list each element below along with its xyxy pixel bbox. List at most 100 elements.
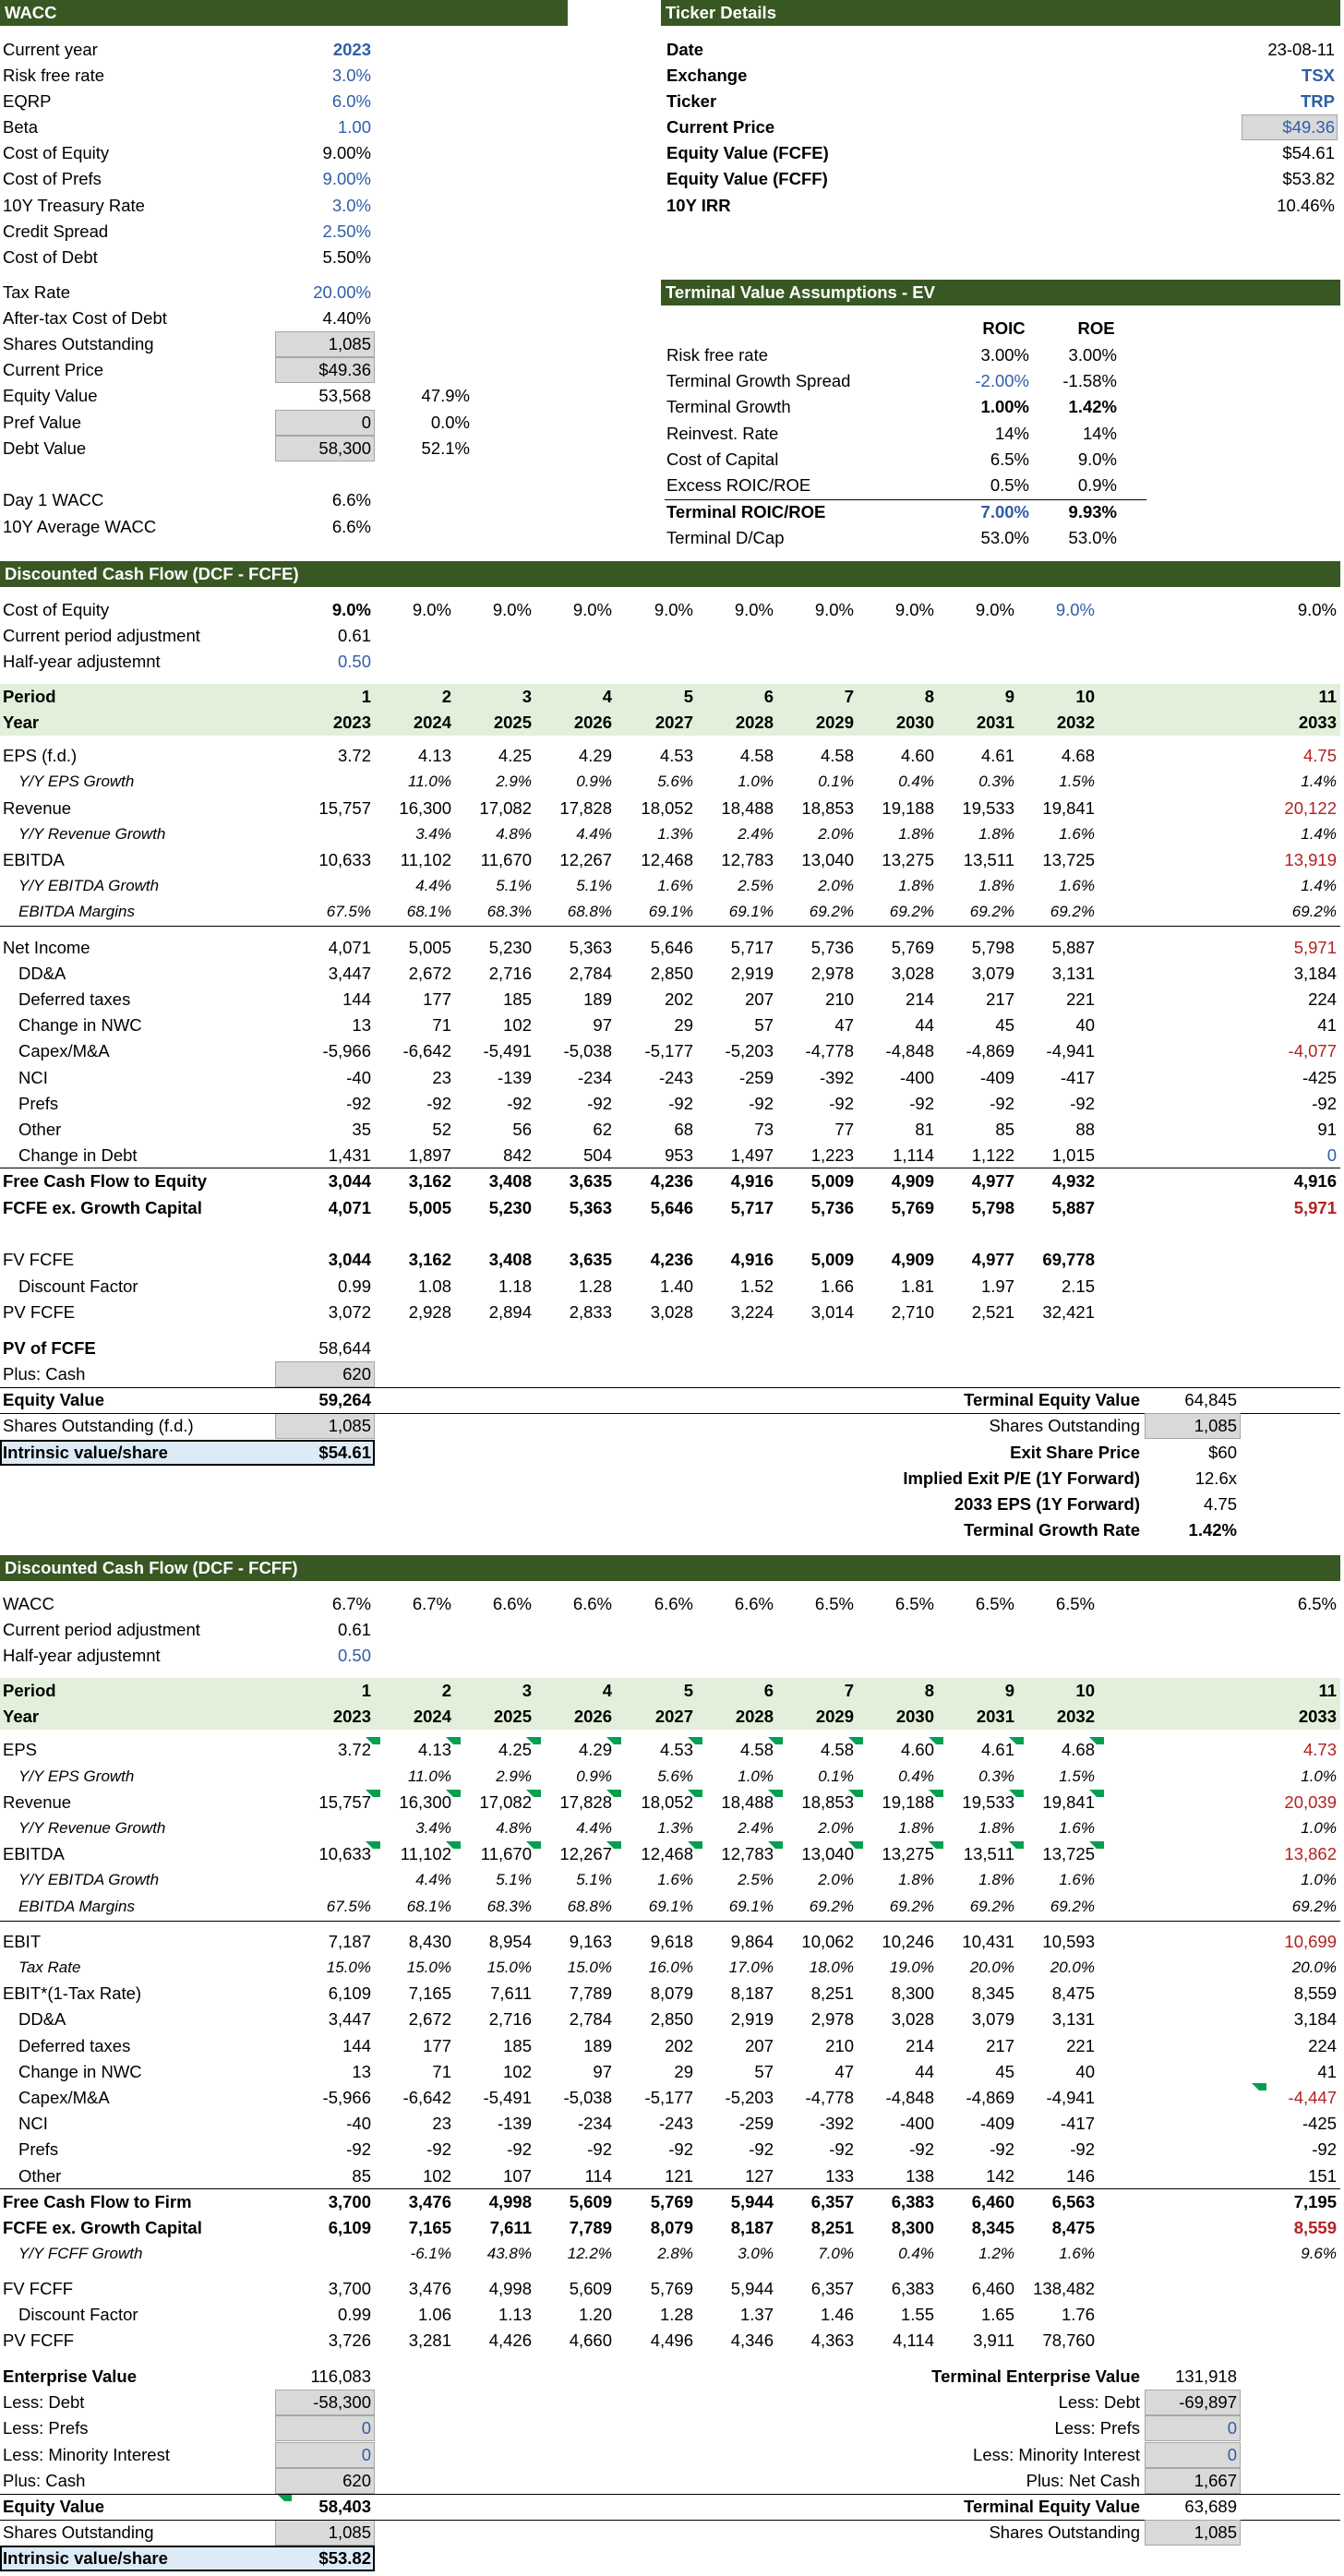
value-cell: 5.6% — [657, 1767, 693, 1785]
year-cell: 2023 — [332, 713, 371, 732]
comment-marker-icon — [688, 1737, 702, 1752]
year-cell: 2033 — [1298, 1707, 1337, 1726]
terminal-value: 1.42% — [1188, 1520, 1237, 1540]
value-cell: 1.13 — [498, 2305, 532, 2324]
value-cell: 1.06 — [417, 2305, 451, 2324]
value-cell: 68.1% — [406, 1898, 451, 1915]
value-cell: 69.2% — [1291, 1898, 1337, 1915]
value-cell: 16.0% — [648, 1959, 693, 1976]
value-cell: 0.99 — [337, 2305, 371, 2324]
value-cell: 0 — [1326, 1145, 1337, 1165]
row-label: Capex/M&A — [18, 1041, 110, 1060]
value-cell: -4,077 — [1288, 1041, 1337, 1060]
wacc-value[interactable]: 58,300 — [275, 436, 371, 461]
row-label: Discount Factor — [18, 2305, 138, 2324]
roe-column-header: ROE — [1077, 318, 1115, 338]
comment-marker-icon — [848, 1737, 863, 1752]
value-cell: 88 — [1075, 1120, 1095, 1139]
row-label: Current period adjustment — [3, 626, 200, 645]
tv-label: Risk free rate — [666, 345, 769, 365]
value-cell — [283, 1815, 371, 1841]
value-cell: -92 — [909, 1094, 934, 1113]
value-cell: 8,079 — [650, 2218, 693, 2237]
value-cell: 5.1% — [576, 1871, 612, 1888]
row-label: PV FCFF — [3, 2330, 75, 2350]
value-cell: 10,062 — [801, 1932, 854, 1951]
year-cell: 2033 — [1298, 713, 1337, 732]
period-number: 9 — [1004, 687, 1014, 706]
value-cell: 69.1% — [648, 903, 693, 920]
value-cell: 202 — [665, 989, 693, 1009]
comment-marker-icon — [277, 2494, 292, 2509]
comment-marker-icon — [606, 1790, 621, 1804]
value-cell: -4,778 — [805, 2088, 854, 2107]
value-cell: 1.37 — [739, 2305, 774, 2324]
value-cell: 102 — [503, 1015, 532, 1035]
value-cell: 3,476 — [408, 2279, 451, 2298]
value-cell: 217 — [986, 989, 1014, 1009]
weight-value: 0.0% — [430, 413, 470, 432]
value-cell: -92 — [829, 1094, 854, 1113]
value-cell: 41 — [1317, 1015, 1337, 1035]
roic-value: 53.0% — [980, 528, 1029, 547]
value-cell: 4,916 — [1293, 1171, 1337, 1191]
value-cell: 4.60 — [900, 746, 934, 765]
year-cell: 2029 — [815, 1707, 854, 1726]
value-cell: 62 — [593, 1120, 612, 1139]
ticker-value[interactable]: $49.36 — [1154, 114, 1335, 140]
value-cell: 217 — [986, 2036, 1014, 2055]
terminal-value: 0 — [1227, 2445, 1237, 2464]
value-cell: 69.1% — [728, 903, 774, 920]
value-cell: 102 — [503, 2062, 532, 2081]
value-cell: 3.72 — [337, 1740, 371, 1759]
value-cell: 8,300 — [891, 2218, 934, 2237]
row-label: Y/Y FCFF Growth — [18, 2245, 143, 2262]
value-cell: 2,919 — [730, 964, 774, 983]
terminal-value: $60 — [1208, 1443, 1237, 1462]
value-cell: 1.65 — [980, 2305, 1014, 2324]
value-cell: 15,757 — [318, 798, 371, 818]
rate-cell: 9.0% — [814, 600, 854, 619]
value-cell: -6.1% — [410, 2245, 451, 2262]
value-cell: 1,497 — [730, 1145, 774, 1165]
value-cell: 4.13 — [417, 746, 451, 765]
value-cell: 29 — [674, 2062, 693, 2081]
value-cell: 12,783 — [721, 850, 774, 869]
wacc-value: 2023 — [332, 40, 371, 59]
value-cell: 68.3% — [486, 903, 532, 920]
value-cell: 1.76 — [1061, 2305, 1095, 2324]
value-cell: 13,040 — [801, 850, 854, 869]
fcfe-header: Discounted Cash Flow (DCF - FCFE) — [0, 561, 1340, 587]
rate-cell: 0.50 — [337, 1646, 371, 1665]
wacc-label: Beta — [3, 117, 39, 137]
value-cell: 6,383 — [891, 2192, 934, 2211]
wacc-label: Credit Spread — [3, 222, 109, 241]
tv-divider — [665, 499, 1146, 500]
wacc-value[interactable]: 0 — [275, 410, 371, 436]
value-cell: 0.4% — [898, 773, 934, 790]
value-cell: 18,853 — [801, 798, 854, 818]
terminal-label: Terminal Equity Value — [964, 1390, 1140, 1409]
value-cell: 13,511 — [963, 850, 1014, 869]
value-cell: 0.9% — [576, 773, 612, 790]
value-cell: 1.6% — [1059, 825, 1095, 843]
value-cell: 1.0% — [1301, 1767, 1337, 1785]
rate-cell: 9.0% — [572, 600, 612, 619]
comment-marker-icon — [526, 1737, 541, 1752]
row-label: Change in NWC — [18, 2062, 142, 2081]
value-cell: 0.3% — [978, 773, 1014, 790]
value-cell: 3,072 — [328, 1302, 371, 1322]
comment-marker-icon — [366, 1737, 380, 1752]
tv-label: Terminal Growth Spread — [666, 371, 851, 390]
value-cell: 5.1% — [496, 877, 532, 894]
value-cell: 1.55 — [900, 2305, 934, 2324]
row-label: EPS — [3, 1740, 38, 1759]
wacc-value[interactable]: $49.36 — [275, 357, 371, 383]
value-cell: 10,246 — [882, 1932, 934, 1951]
value-cell: 43.8% — [486, 2245, 532, 2262]
wacc-value[interactable]: 1,085 — [275, 331, 371, 357]
value-cell: 69.2% — [889, 903, 934, 920]
period-number: 8 — [924, 1681, 934, 1700]
rate-cell: 9.0% — [654, 600, 693, 619]
rate-cell: 0.61 — [337, 626, 371, 645]
